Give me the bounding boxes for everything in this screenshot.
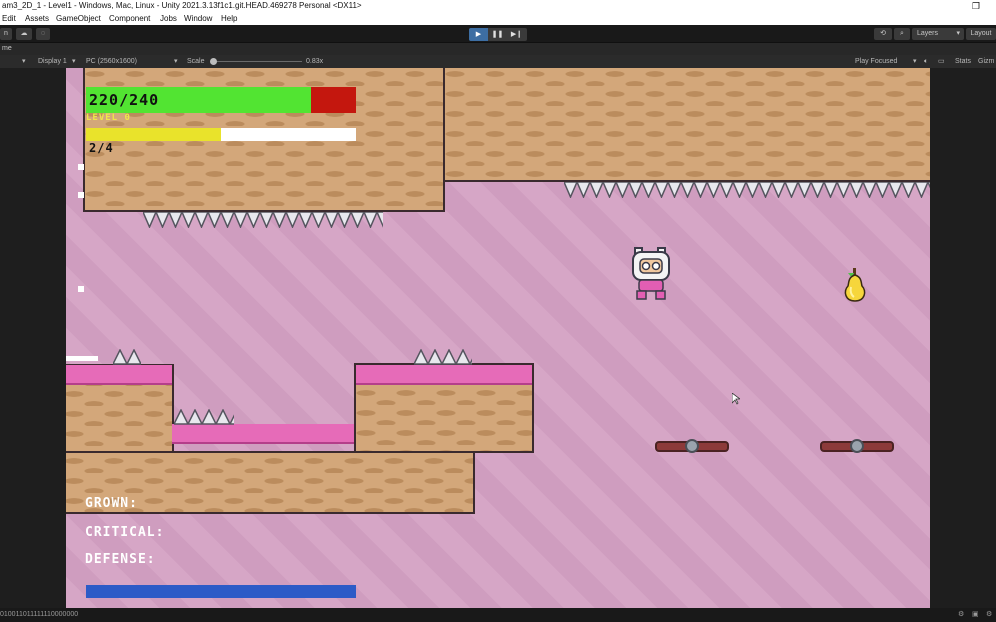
cloud-icon[interactable]: ☁ — [16, 28, 32, 40]
history-icon[interactable]: ⟲ — [874, 28, 892, 40]
step-icon[interactable]: ▶❙ — [507, 28, 526, 41]
menu-edit[interactable]: Edit — [2, 12, 16, 25]
menu-assets[interactable]: Assets — [25, 12, 49, 25]
main-toolbar: n ☁ ◌ ▶ ❚❚ ▶❙ ⟲ ⌕ Layers ▾ Layout — [0, 25, 996, 43]
scale-slider-track[interactable] — [212, 61, 302, 62]
game-tab-label: me — [2, 45, 12, 52]
dirt-block-top-right — [443, 68, 930, 182]
search-icon[interactable]: ⌕ — [894, 28, 910, 40]
chevron-down-icon: ▾ — [72, 58, 76, 65]
scale-label: Scale — [187, 58, 205, 65]
mouse-cursor-icon — [732, 393, 740, 405]
spike-row-ceiling-left — [143, 212, 383, 228]
play-icon[interactable]: ▶ — [469, 28, 488, 41]
spike-row-middle — [174, 409, 234, 425]
white-ledge — [66, 356, 98, 361]
play-focused-dropdown[interactable]: Play Focused — [855, 55, 897, 68]
level-text: LEVEL 0 — [86, 113, 131, 123]
settings-icon[interactable]: ⚙ — [986, 608, 992, 622]
platform-hub — [850, 439, 864, 453]
experience-text: 2/4 — [89, 141, 114, 155]
spike-row-right — [414, 349, 472, 365]
menu-component[interactable]: Component — [109, 12, 150, 25]
menu-help[interactable]: Help — [221, 12, 237, 25]
display-dropdown[interactable]: Display 1 — [38, 55, 67, 68]
player-character — [632, 247, 670, 300]
game-tab[interactable]: me — [0, 43, 996, 55]
grown-label: GROWN: — [85, 496, 138, 511]
layers-dropdown[interactable]: Layers ▾ — [912, 28, 964, 40]
moving-platform — [655, 439, 729, 453]
status-text: 010011011111110000000 — [0, 611, 79, 618]
defense-label: DEFENSE: — [85, 552, 156, 567]
status-bar: 010011011111110000000 ⚙ ▣ ⚙ — [0, 608, 996, 622]
play-controls: ▶ ❚❚ ▶❙ — [469, 28, 527, 41]
experience-bar-fill — [86, 128, 221, 141]
white-marker — [78, 164, 84, 170]
stats-button[interactable]: Stats — [955, 55, 971, 68]
scale-value: 0.83x — [306, 58, 324, 65]
console-icon[interactable]: ▣ — [972, 608, 979, 622]
moving-platform — [820, 439, 894, 453]
spike-row-ceiling-right — [564, 182, 930, 198]
chevron-down-icon[interactable]: ▾ — [22, 55, 26, 68]
pear-fruit-icon — [844, 268, 866, 302]
gizmos-button[interactable]: Gizm — [978, 55, 994, 68]
restore-window-icon[interactable]: ❐ — [972, 0, 980, 12]
platform-hub — [685, 439, 699, 453]
layout-dropdown[interactable]: Layout — [966, 28, 996, 40]
resolution-dropdown[interactable]: PC (2560x1600) — [86, 55, 137, 68]
experience-bar — [86, 128, 356, 141]
window-title: am3_2D_1 - Level1 - Windows, Mac, Linux … — [2, 1, 362, 10]
defense-bar — [86, 585, 356, 598]
chevron-down-icon: ▾ — [174, 58, 178, 65]
notification-icon[interactable]: ⚙ — [958, 608, 964, 622]
menu-window[interactable]: Window — [184, 12, 212, 25]
menu-bar: Edit Assets GameObject Component Jobs Wi… — [0, 12, 996, 25]
game-view-toolbar: ▾ Display 1 ▾ PC (2560x1600) ▾ Scale 0.8… — [0, 55, 996, 68]
window-title-bar: am3_2D_1 - Level1 - Windows, Mac, Linux … — [0, 0, 996, 12]
frosting-right — [356, 365, 532, 385]
frosting-middle — [172, 424, 355, 444]
menu-gameobject[interactable]: GameObject — [56, 12, 101, 25]
scale-slider-handle[interactable] — [210, 58, 217, 65]
vr-icon[interactable]: ▭ — [938, 55, 945, 68]
white-marker — [78, 192, 84, 198]
health-text: 220/240 — [89, 91, 160, 109]
spike-row-left — [113, 349, 141, 365]
account-button[interactable]: n — [0, 28, 12, 40]
mute-audio-icon[interactable]: 🔈︎ — [924, 55, 928, 68]
white-marker — [78, 286, 84, 292]
collab-icon[interactable]: ◌ — [36, 28, 50, 40]
menu-jobs[interactable]: Jobs — [160, 12, 177, 25]
game-viewport[interactable]: 220/240 LEVEL 0 2/4 GROWN: CRITICAL: DEF… — [66, 68, 930, 608]
pause-icon[interactable]: ❚❚ — [488, 28, 507, 41]
frosting-left — [66, 365, 172, 385]
critical-label: CRITICAL: — [85, 525, 165, 540]
chevron-down-icon: ▾ — [913, 58, 917, 65]
chevron-down-icon: ▾ — [956, 30, 960, 37]
